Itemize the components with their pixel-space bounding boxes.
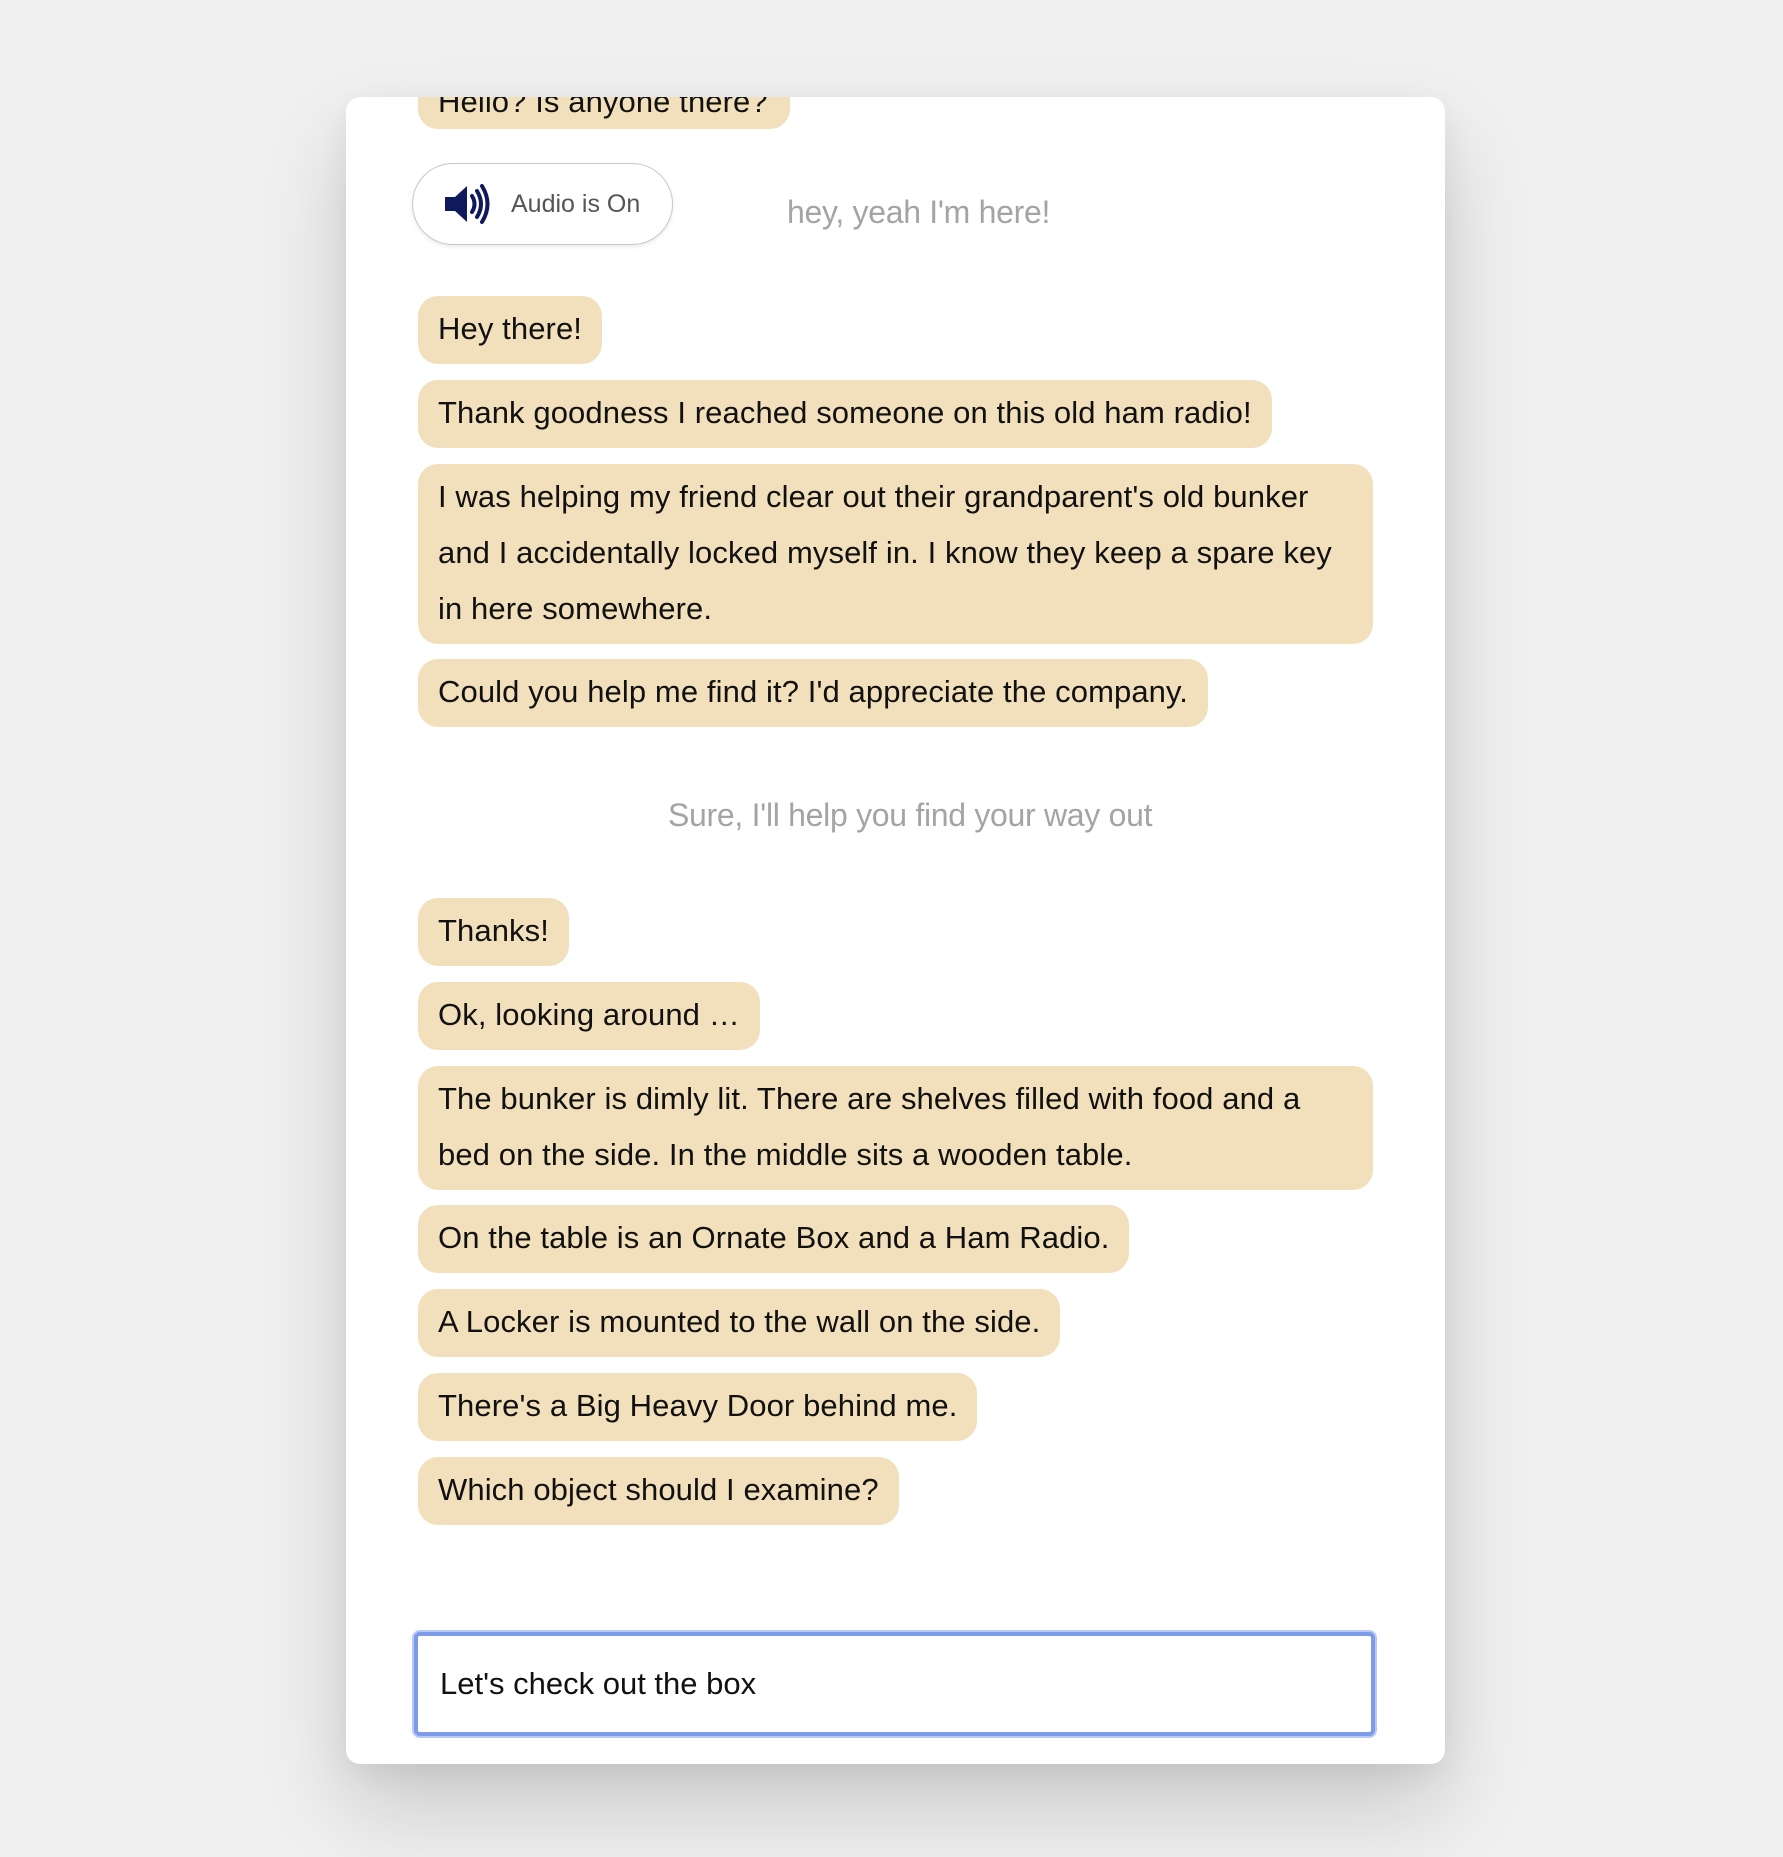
bot-message: There's a Big Heavy Door behind me.	[418, 1373, 978, 1441]
audio-toggle-label: Audio is On	[511, 189, 641, 218]
bot-message: Hey there!	[418, 296, 603, 364]
speaker-icon	[443, 183, 493, 225]
bot-message: Could you help me find it? I'd appreciat…	[418, 659, 1209, 727]
bot-message: Thank goodness I reached someone on this…	[418, 380, 1272, 448]
user-message: hey, yeah I'm here!	[787, 194, 1051, 230]
user-message: Sure, I'll help you find your way out	[668, 797, 1153, 833]
bot-message: Thanks!	[418, 898, 569, 966]
bot-message: The bunker is dimly lit. There are shelv…	[418, 1066, 1373, 1190]
message-input[interactable]	[440, 1666, 1371, 1702]
message-input-wrapper	[414, 1632, 1375, 1736]
bot-message: Ok, looking around …	[418, 982, 760, 1050]
bot-message-partial: Hello? Is anyone there?	[418, 97, 790, 129]
bot-message: On the table is an Ornate Box and a Ham …	[418, 1205, 1130, 1273]
chat-panel: Hello? Is anyone there? Audio is On hey,…	[346, 97, 1445, 1764]
bot-message: A Locker is mounted to the wall on the s…	[418, 1289, 1061, 1357]
bot-message: I was helping my friend clear out their …	[418, 464, 1373, 644]
bot-message: Which object should I examine?	[418, 1457, 899, 1525]
audio-toggle-button[interactable]: Audio is On	[412, 163, 673, 245]
